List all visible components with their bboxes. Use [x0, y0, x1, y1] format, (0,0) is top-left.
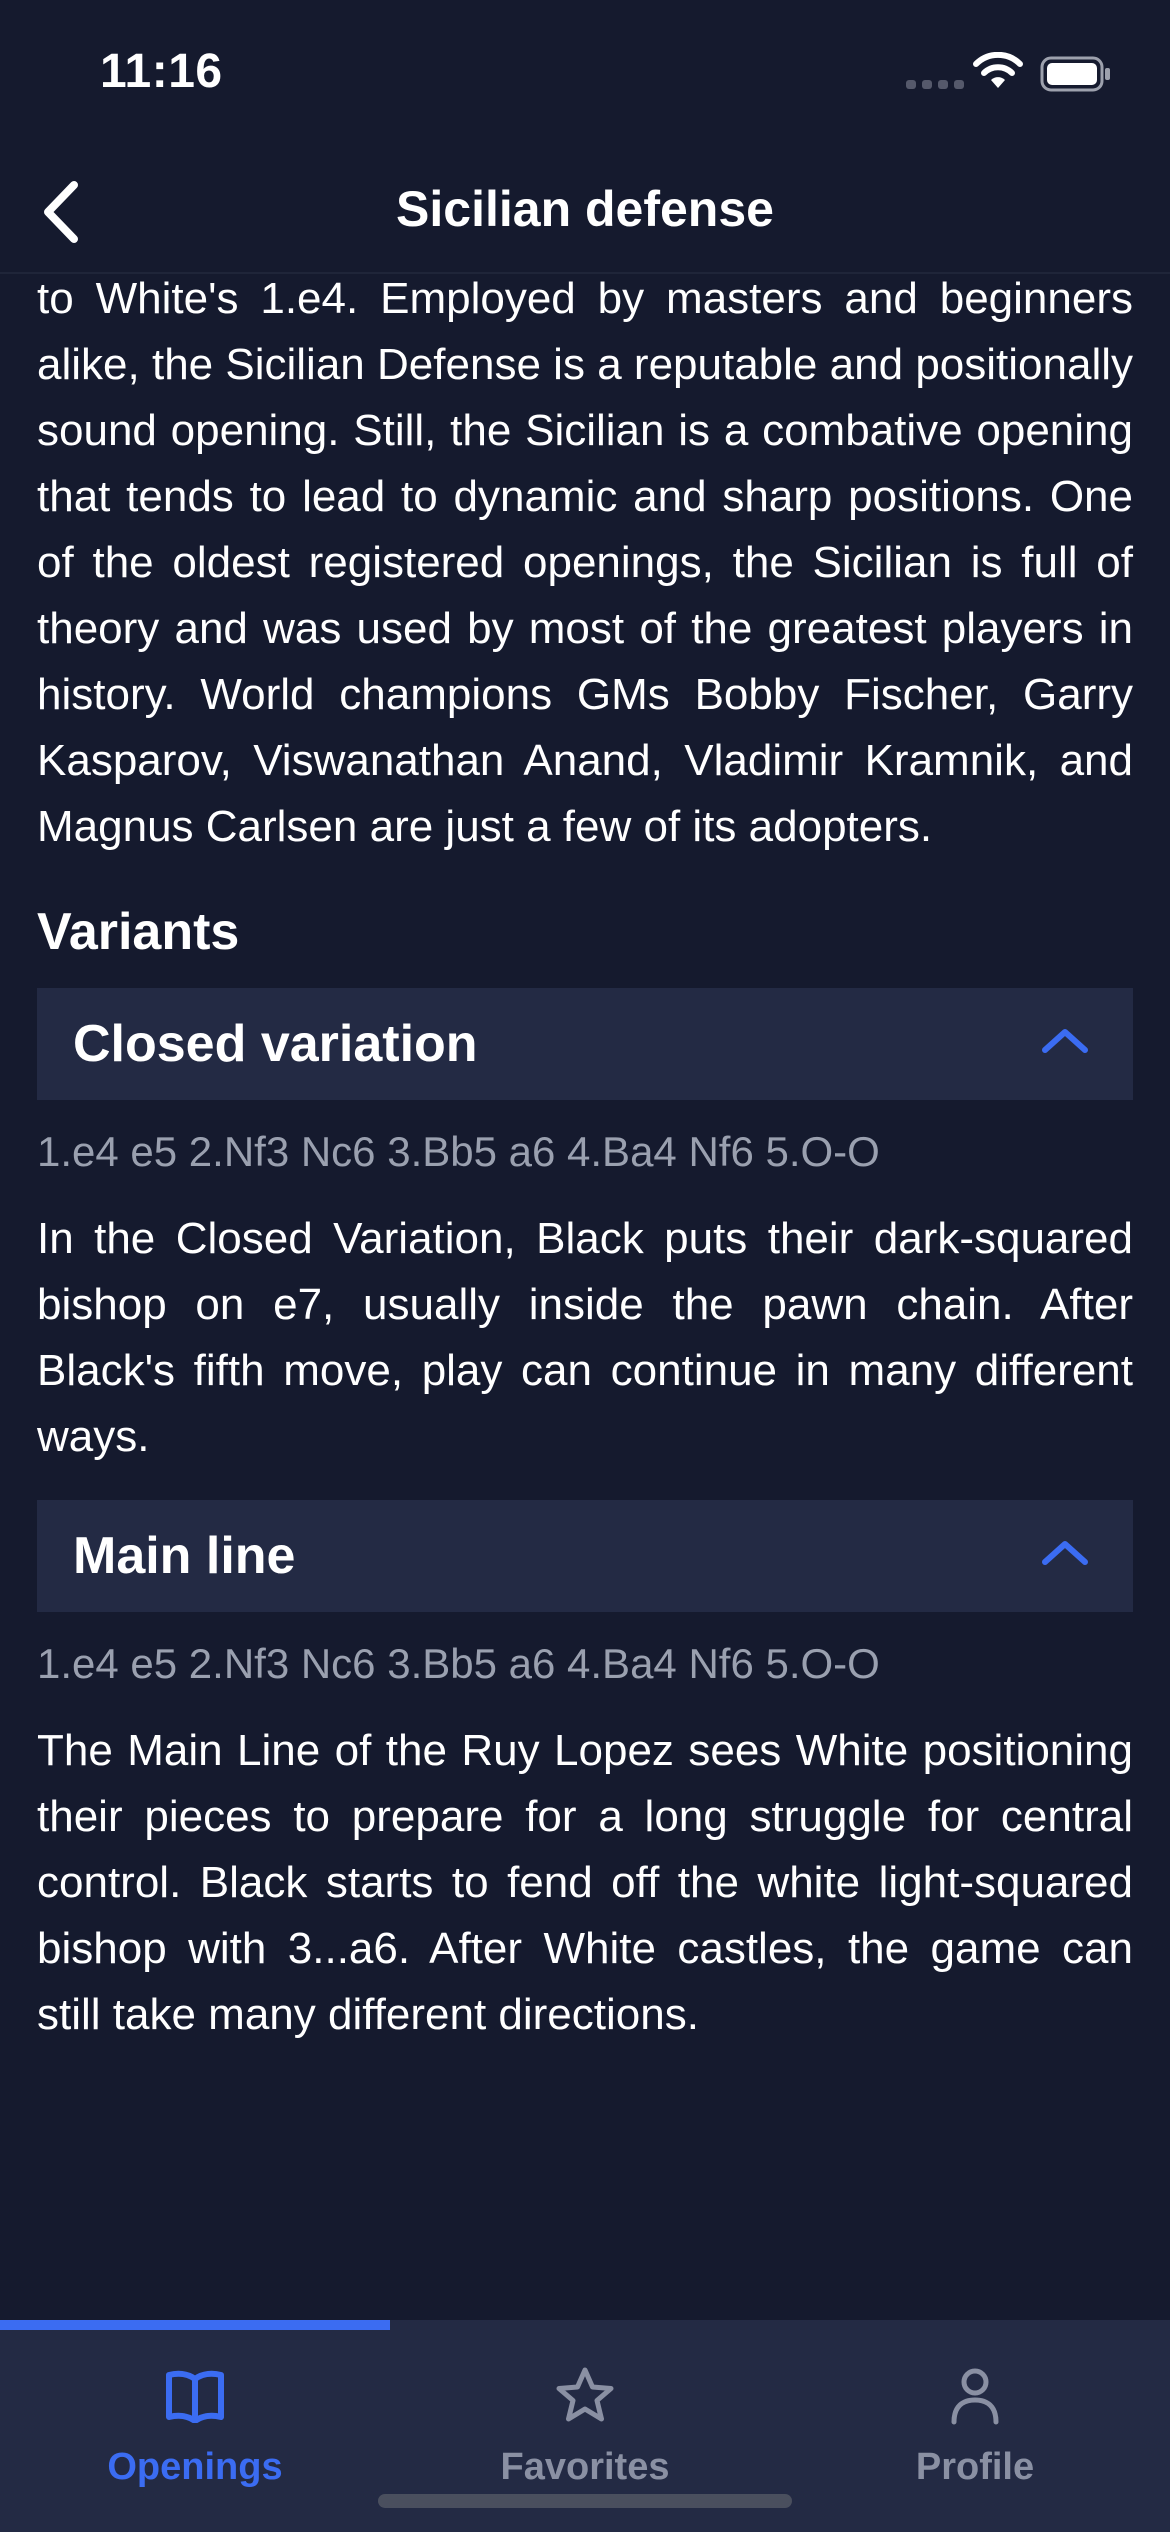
tab-openings[interactable]: Openings [0, 2360, 390, 2489]
description-line: to White's 1.e4. Employed by masters and [37, 274, 940, 323]
variant-header-main-line[interactable]: Main line [37, 1500, 1133, 1612]
variant-title: Closed variation [73, 1015, 478, 1073]
content-scroll-area[interactable]: to White's 1.e4. Employed by masters and… [0, 272, 1170, 2320]
tab-label: Openings [107, 2446, 283, 2488]
tab-favorites[interactable]: Favorites [390, 2360, 780, 2489]
page-title: Sicilian defense [396, 181, 774, 237]
variant-description: In the Closed Variation, Black puts thei… [37, 1214, 1133, 1461]
book-icon [166, 2370, 224, 2423]
person-icon [951, 2368, 999, 2425]
description-line: and was used by most of the greatest pla… [174, 604, 1134, 653]
cellular-signal-icon [906, 80, 964, 89]
variant-title: Main line [73, 1527, 296, 1585]
active-tab-indicator [0, 2320, 390, 2330]
star-icon [556, 2367, 614, 2422]
home-indicator[interactable] [378, 2494, 792, 2508]
battery-icon [1040, 56, 1110, 92]
variant-header-closed-variation[interactable]: Closed variation [37, 988, 1133, 1100]
navigation-bar: Sicilian defense [0, 150, 1170, 274]
chevron-up-icon [1042, 1541, 1088, 1565]
wifi-icon [973, 52, 1023, 88]
status-bar: 11:16 [0, 0, 1170, 150]
variant-moves: 1.e4 e5 2.Nf3 Nc6 3.Bb5 a6 4.Ba4 Nf6 5.O… [37, 1128, 880, 1175]
status-time: 11:16 [100, 45, 223, 98]
variant-description: The Main Line of the Ruy Lopez sees Whit… [37, 1726, 1133, 2039]
tab-label: Favorites [500, 2446, 670, 2488]
description-line: adopters. [748, 802, 933, 851]
description-line: history. World champions GMs Bobby Fisch… [37, 670, 1023, 719]
variant-moves: 1.e4 e5 2.Nf3 Nc6 3.Bb5 a6 4.Ba4 Nf6 5.O… [37, 1640, 880, 1687]
opening-description: to White's 1.e4. Employed by masters and… [37, 272, 1133, 860]
chevron-up-icon [1042, 1029, 1088, 1053]
tab-profile[interactable]: Profile [780, 2360, 1170, 2489]
variants-heading: Variants [37, 903, 240, 961]
tab-label: Profile [915, 2446, 1035, 2488]
